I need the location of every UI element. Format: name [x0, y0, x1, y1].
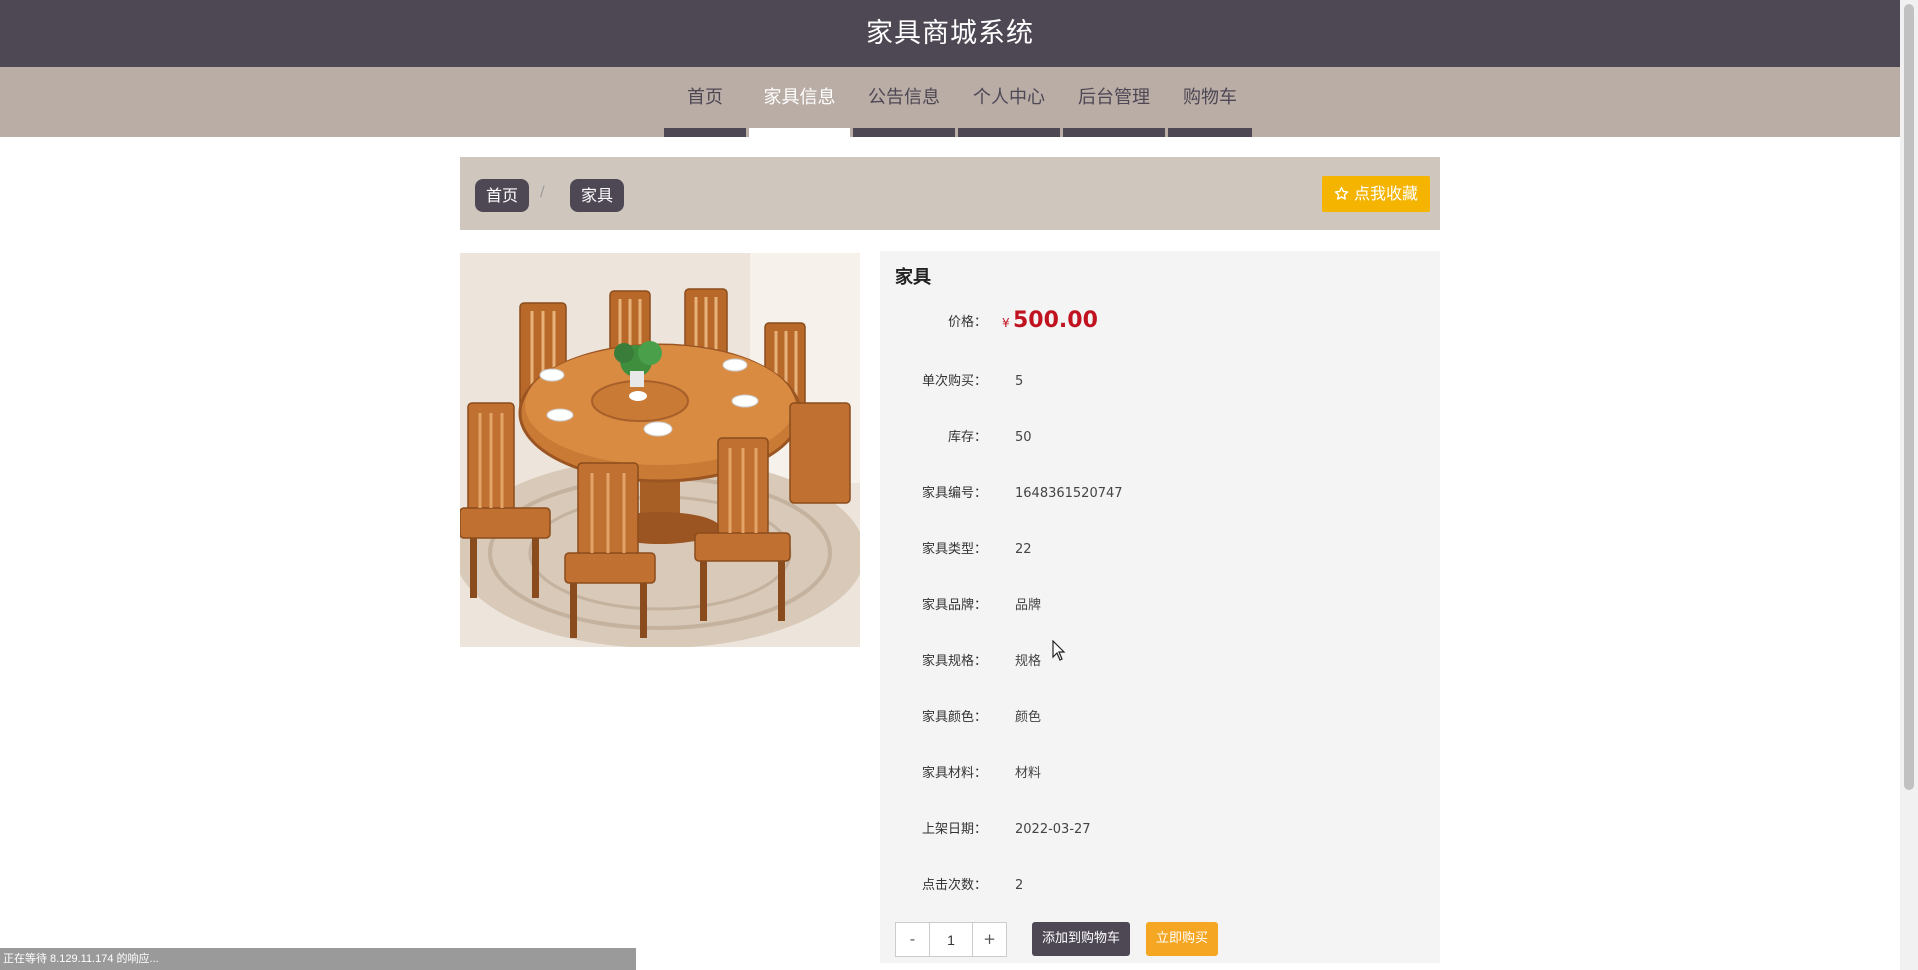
- nav-underline: [958, 128, 1060, 137]
- buy-now-button[interactable]: 立即购买: [1146, 922, 1219, 956]
- attribute-value: 2022-03-27: [1015, 822, 1091, 837]
- price-label: 价格：: [947, 315, 987, 330]
- attribute-row: 点击次数： 2: [880, 874, 1440, 898]
- price-row: 价格： ¥ 500.00: [880, 308, 1440, 335]
- add-to-cart-button[interactable]: 添加到购物车: [1032, 922, 1131, 956]
- attribute-value: 规格: [1015, 654, 1042, 669]
- mouse-cursor-icon: [1052, 640, 1066, 661]
- attribute-value: 材料: [1015, 766, 1042, 781]
- nav-underline: [853, 128, 955, 137]
- attribute-row: 家具类型： 22: [880, 538, 1440, 562]
- nav-item-personal-center[interactable]: 个人中心: [958, 67, 1060, 137]
- nav-item-label: 购物车: [1183, 87, 1237, 108]
- nav-item-label: 个人中心: [973, 87, 1045, 108]
- attribute-label: 单次购买：: [921, 374, 987, 389]
- currency-symbol: ¥: [1002, 316, 1010, 330]
- nav-item-announcements[interactable]: 公告信息: [853, 67, 955, 137]
- favorite-label: 点我收藏: [1353, 184, 1418, 203]
- breadcrumb-separator: /: [540, 184, 545, 200]
- attribute-value: 50: [1015, 430, 1032, 445]
- attribute-label: 家具编号：: [921, 486, 987, 501]
- page-scrollbar[interactable]: [1900, 0, 1918, 970]
- nav-underline: [749, 128, 850, 137]
- nav-item-label: 公告信息: [868, 87, 940, 108]
- favorite-button[interactable]: 点我收藏: [1321, 176, 1430, 212]
- nav-item-furniture-info[interactable]: 家具信息: [749, 67, 850, 137]
- nav-item-label: 首页: [687, 87, 723, 108]
- attribute-row: 单次购买： 5: [880, 370, 1440, 394]
- breadcrumb-current[interactable]: 家具: [570, 179, 625, 212]
- attribute-label: 家具规格：: [921, 654, 987, 669]
- attribute-label: 库存：: [947, 430, 987, 445]
- quantity-input[interactable]: [929, 923, 973, 956]
- main-nav: 首页 家具信息 公告信息 个人中心 后台管理 购物车: [0, 67, 1900, 137]
- attribute-row: 家具颜色： 颜色: [880, 706, 1440, 730]
- attribute-label: 家具材料：: [921, 766, 987, 781]
- attribute-row: 家具品牌： 品牌: [880, 594, 1440, 618]
- breadcrumb: 首页 / 家具 点我收藏: [460, 157, 1440, 230]
- quantity-decrease-button[interactable]: -: [896, 923, 929, 956]
- attribute-label: 上架日期：: [921, 822, 987, 837]
- attribute-value: 颜色: [1015, 710, 1042, 725]
- nav-underline: [1063, 128, 1165, 137]
- nav-underline: [1168, 128, 1252, 137]
- attribute-row: 家具编号： 1648361520747: [880, 482, 1440, 506]
- breadcrumb-home[interactable]: 首页: [475, 179, 530, 212]
- attribute-label: 家具品牌：: [921, 598, 987, 613]
- site-header: 家具商城系统: [0, 0, 1900, 67]
- nav-underline: [664, 128, 746, 137]
- attribute-row: 家具规格： 规格: [880, 650, 1440, 674]
- attribute-label: 点击次数：: [921, 878, 987, 893]
- product-detail-panel: 家具 价格： ¥ 500.00 单次购买： 5 库存： 50 家具编号： 164…: [880, 251, 1440, 963]
- attribute-label: 家具类型：: [921, 542, 987, 557]
- attribute-value: 品牌: [1015, 598, 1042, 613]
- attribute-value: 22: [1015, 542, 1032, 557]
- quantity-increase-button[interactable]: +: [973, 923, 1006, 956]
- nav-item-label: 家具信息: [763, 87, 836, 108]
- nav-item-home[interactable]: 首页: [664, 67, 746, 137]
- attribute-row: 上架日期： 2022-03-27: [880, 818, 1440, 842]
- nav-item-label: 后台管理: [1078, 87, 1150, 108]
- product-image: [460, 253, 860, 647]
- attribute-row: 库存： 50: [880, 426, 1440, 450]
- scrollbar-thumb[interactable]: [1904, 4, 1914, 790]
- attribute-value: 1648361520747: [1015, 486, 1123, 501]
- price-value: 500.00: [1013, 308, 1098, 333]
- quantity-stepper: - +: [895, 922, 1007, 957]
- browser-status-bar: 正在等待 8.129.11.174 的响应...: [0, 948, 636, 970]
- attribute-row: 家具材料： 材料: [880, 762, 1440, 786]
- product-title: 家具: [895, 267, 931, 288]
- attribute-value: 2: [1015, 878, 1024, 893]
- attribute-value: 5: [1015, 374, 1024, 389]
- attribute-label: 家具颜色：: [921, 710, 987, 725]
- star-outline-icon: [1334, 186, 1349, 200]
- dining-set-illustration: [460, 253, 860, 647]
- site-title: 家具商城系统: [866, 18, 1034, 49]
- nav-list: 首页 家具信息 公告信息 个人中心 后台管理 购物车: [664, 67, 1255, 137]
- nav-item-cart[interactable]: 购物车: [1168, 67, 1252, 137]
- nav-item-admin[interactable]: 后台管理: [1063, 67, 1165, 137]
